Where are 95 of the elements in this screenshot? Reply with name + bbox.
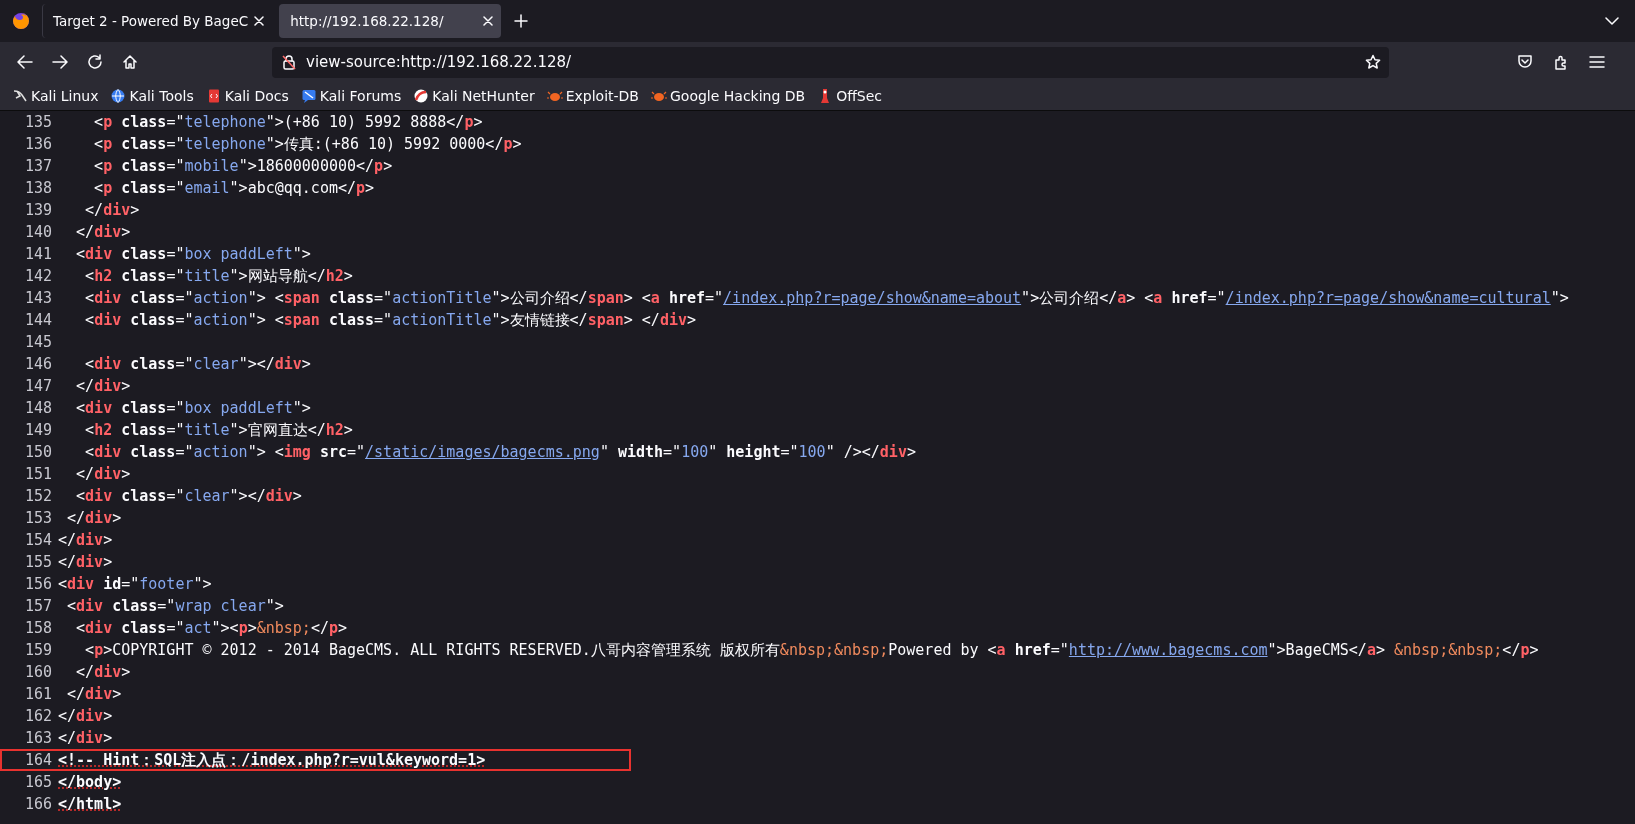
bookmark-link[interactable]: OffSec xyxy=(817,88,883,104)
source-line: <div class="action"> <span class="actionTitle">友情链接</span> </div> xyxy=(84,310,696,331)
line-number: 158 xyxy=(23,618,52,639)
source-line: <p class="email">abc@qq.com</p> xyxy=(93,178,375,199)
line-number: 155 xyxy=(23,552,52,573)
line-number: 163 xyxy=(23,728,52,749)
source-line: <h2 class="title">官网直达</h2> xyxy=(84,420,353,441)
browser-tab[interactable]: Target 2 - Powered By BageC xyxy=(42,4,273,38)
source-line: <p class="telephone">传真:(+86 10) 5992 0000</p> xyxy=(93,134,522,155)
close-icon[interactable] xyxy=(483,16,494,26)
source-line: <p class="telephone">(+86 10) 5992 8888</p> xyxy=(93,112,483,133)
back-icon[interactable] xyxy=(17,55,33,69)
close-icon[interactable] xyxy=(254,16,265,26)
source-link[interactable]: /index.php?r=page/show&name=cultural xyxy=(1225,289,1551,307)
line-number: 162 xyxy=(23,706,52,727)
line-number: 137 xyxy=(23,156,52,177)
crossed-lock-icon xyxy=(282,54,296,70)
home-icon[interactable] xyxy=(122,54,138,70)
reload-icon[interactable] xyxy=(87,54,103,70)
line-number: 142 xyxy=(23,266,52,287)
line-number: 150 xyxy=(23,442,52,463)
firefox-logo-icon[interactable] xyxy=(12,12,30,30)
speech-bubble-icon xyxy=(300,88,317,104)
line-number: 146 xyxy=(23,354,52,375)
source-line: </div> xyxy=(84,200,140,221)
bookmark-link[interactable]: Kali Docs xyxy=(205,88,289,104)
circle-icon xyxy=(413,88,430,104)
line-number: 143 xyxy=(23,288,52,309)
line-number: 160 xyxy=(23,662,52,683)
source-line: <div id="footer"> xyxy=(58,574,212,595)
browser-tab[interactable]: http://192.168.22.128/ xyxy=(279,4,502,38)
line-number: 161 xyxy=(23,684,52,705)
source-line: </div> xyxy=(75,662,131,683)
line-number: 148 xyxy=(23,398,52,419)
star-icon[interactable] xyxy=(1365,54,1381,70)
source-line: </div> xyxy=(75,222,131,243)
source-line: </div> xyxy=(66,684,122,705)
puzzle-piece-icon[interactable] xyxy=(1553,54,1569,70)
source-line: </div> xyxy=(66,508,122,529)
source-line: <div class="act"><p>&nbsp;</p> xyxy=(75,618,347,639)
line-number: 153 xyxy=(23,508,52,529)
source-line: <div class="action"> <img src="/static/images/bagecms.png" width="100" height="100" /></div> xyxy=(84,442,916,463)
bookmark-link[interactable]: Exploit-DB xyxy=(546,88,639,104)
source-line: <div class="clear"></div> xyxy=(75,486,302,507)
line-number: 140 xyxy=(23,222,52,243)
bookmark-link[interactable]: Kali Forums xyxy=(300,88,402,104)
bookmark-link[interactable]: Kali NetHunter xyxy=(413,88,535,104)
source-line: <div class="box paddLeft"> xyxy=(75,244,311,265)
line-number: 164 xyxy=(23,750,52,771)
line-number: 157 xyxy=(23,596,52,617)
source-line: <div class="clear"></div> xyxy=(84,354,311,375)
forward-icon[interactable] xyxy=(52,55,68,69)
bookmark-link[interactable]: Google Hacking DB xyxy=(651,88,806,104)
line-number: 136 xyxy=(23,134,52,155)
address-field[interactable]: view-source:http://192.168.22.128/ xyxy=(272,46,1389,78)
line-number: 135 xyxy=(23,112,52,133)
source-link[interactable]: http://www.bagecms.com xyxy=(1068,641,1268,659)
source-line: <div class="box paddLeft"> xyxy=(75,398,311,419)
source-link[interactable]: /index.php?r=page/show&name=about xyxy=(723,289,1022,307)
source-line: <!-- Hint：SQL注入点：/index.php?r=vul&keyword=1> xyxy=(58,750,486,771)
source-line: <div class="wrap clear"> xyxy=(66,596,284,617)
line-number: 159 xyxy=(23,640,52,661)
plus-icon[interactable] xyxy=(514,14,529,28)
source-line: </div> xyxy=(58,728,113,749)
line-number: 149 xyxy=(23,420,52,441)
source-line: </body> xyxy=(58,772,122,793)
source-line: <p>COPYRIGHT © 2012 - 2014 BageCMS. ALL RIGHTS RESERVED.八哥内容管理系统 版权所有&nbsp;&nbsp;Powered by <a href="http://www.bagecms.com">BageCMS</a> &nbsp;&nbsp;</p> xyxy=(84,640,1539,661)
line-number: 145 xyxy=(23,332,52,353)
source-line: </div> xyxy=(75,464,131,485)
line-number: 139 xyxy=(23,200,52,221)
menu-icon[interactable] xyxy=(1589,55,1605,69)
source-line: </div> xyxy=(58,706,113,727)
line-number: 138 xyxy=(23,178,52,199)
line-number: 165 xyxy=(23,772,52,793)
bookmark-link[interactable]: Kali Tools xyxy=(110,88,194,104)
line-number: 151 xyxy=(23,464,52,485)
line-number: 141 xyxy=(23,244,52,265)
source-line: </div> xyxy=(58,552,113,573)
source-line: </div> xyxy=(58,530,113,551)
source-line: <h2 class="title">网站导航</h2> xyxy=(84,266,353,287)
line-number: 154 xyxy=(23,530,52,551)
line-number: 152 xyxy=(23,486,52,507)
source-line: </html> xyxy=(58,794,122,815)
line-number: 147 xyxy=(23,376,52,397)
source-link[interactable]: /static/images/bagecms.png xyxy=(365,443,600,461)
bookmark-link[interactable]: Kali Linux xyxy=(12,88,99,104)
chevron-down-icon[interactable] xyxy=(1605,17,1619,25)
source-line: </div> xyxy=(75,376,131,397)
globe-icon xyxy=(110,88,127,104)
source-line: <div class="action"> <span class="actionTitle">公司介绍</span> <a href="/index.php?r=page/show&name=about">公司介绍</a> <a href="/index.php?r=page/show&name=cultural"> xyxy=(84,288,1569,309)
source-line: <p class="mobile">18600000000</p> xyxy=(93,156,393,177)
line-number: 156 xyxy=(23,574,52,595)
line-number: 144 xyxy=(23,310,52,331)
pocket-icon[interactable] xyxy=(1517,54,1533,70)
line-number: 166 xyxy=(23,794,52,815)
